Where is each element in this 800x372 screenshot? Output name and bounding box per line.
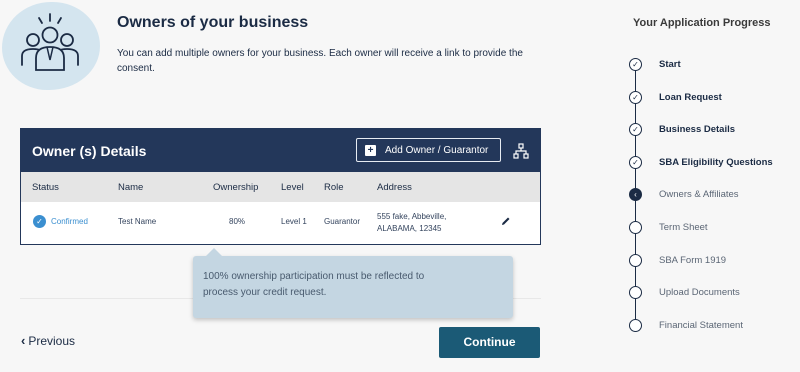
owners-card: Owner (s) Details + Add Owner / Guaranto… [20, 128, 541, 245]
owner-address: 555 fake, Abbeville, ALABAMA, 12345 [377, 211, 446, 235]
step-label: Business Details [659, 124, 736, 135]
step-label: Start [659, 59, 681, 70]
step-pending-dot [629, 319, 642, 332]
column-header-address: Address [377, 182, 412, 193]
column-header-level: Level [281, 182, 304, 193]
owner-role: Guarantor [324, 217, 361, 226]
progress-step-business-details[interactable]: ✓ Business Details [629, 123, 799, 137]
step-pending-dot [629, 286, 642, 299]
step-label: Upload Documents [659, 287, 740, 298]
owner-ownership: 80% [229, 217, 246, 226]
progress-title: Your Application Progress [633, 17, 771, 29]
step-label: Term Sheet [659, 222, 708, 233]
progress-step-owners-affiliates[interactable]: ‹ Owners & Affiliates [629, 188, 799, 202]
step-check-icon: ✓ [629, 91, 642, 104]
column-header-name: Name [118, 182, 144, 193]
progress-step-loan-request[interactable]: ✓ Loan Request [629, 91, 799, 105]
card-title: Owner (s) Details [32, 143, 147, 159]
pencil-icon[interactable] [501, 216, 511, 226]
org-chart-icon[interactable] [513, 143, 529, 159]
page-title: Owners of your business [117, 14, 309, 31]
progress-step-term-sheet[interactable]: Term Sheet [629, 221, 799, 235]
step-label: SBA Form 1919 [659, 255, 727, 266]
tooltip-line2: process your credit request. [203, 287, 327, 298]
progress-step-sba-form[interactable]: SBA Form 1919 [629, 254, 799, 268]
table-header: Status Name Ownership Level Role Address [21, 172, 540, 202]
chevron-left-current-icon: ‹ [629, 188, 642, 201]
status-confirmed[interactable]: Confirmed [51, 217, 88, 226]
check-circle-icon: ✓ [33, 215, 46, 228]
add-owner-label: Add Owner / Guarantor [385, 144, 489, 156]
progress-step-financial-statement[interactable]: Financial Statement [629, 319, 799, 333]
column-header-role: Role [324, 182, 344, 193]
chevron-left-icon: ‹ [21, 333, 26, 348]
step-label: Financial Statement [659, 320, 743, 331]
step-check-icon: ✓ [629, 123, 642, 136]
owner-address-line1: 555 fake, Abbeville, [377, 212, 447, 221]
tooltip-line1: 100% ownership participation must be ref… [203, 271, 425, 282]
step-check-icon: ✓ [629, 58, 642, 71]
column-header-status: Status [32, 182, 59, 193]
tooltip-arrow [206, 248, 222, 256]
previous-button[interactable]: ‹ Previous [21, 333, 75, 348]
card-header: Owner (s) Details + Add Owner / Guaranto… [21, 129, 540, 172]
plus-icon: + [365, 144, 376, 156]
progress-step-sba-eligibility[interactable]: ✓ SBA Eligibility Questions [629, 156, 799, 170]
add-owner-button[interactable]: + Add Owner / Guarantor [356, 138, 501, 162]
owner-level: Level 1 [281, 217, 307, 226]
continue-button[interactable]: Continue [439, 327, 540, 358]
owner-address-line2: ALABAMA, 12345 [377, 224, 442, 233]
step-pending-dot [629, 221, 642, 234]
progress-step-start[interactable]: ✓ Start [629, 58, 799, 72]
step-pending-dot [629, 254, 642, 267]
team-icon [21, 13, 79, 71]
table-row: ✓ Confirmed Test Name 80% Level 1 Guaran… [21, 202, 540, 244]
owner-name: Test Name [118, 217, 157, 226]
column-header-ownership: Ownership [213, 182, 259, 193]
step-label: SBA Eligibility Questions [659, 157, 773, 168]
step-label: Owners & Affiliates [659, 189, 739, 200]
step-check-icon: ✓ [629, 156, 642, 169]
intro-text: You can add multiple owners for your bus… [117, 48, 523, 74]
previous-label: Previous [28, 333, 76, 348]
step-label: Loan Request [659, 92, 722, 103]
ownership-tooltip: 100% ownership participation must be ref… [193, 248, 513, 318]
progress-step-upload-documents[interactable]: Upload Documents [629, 286, 799, 300]
